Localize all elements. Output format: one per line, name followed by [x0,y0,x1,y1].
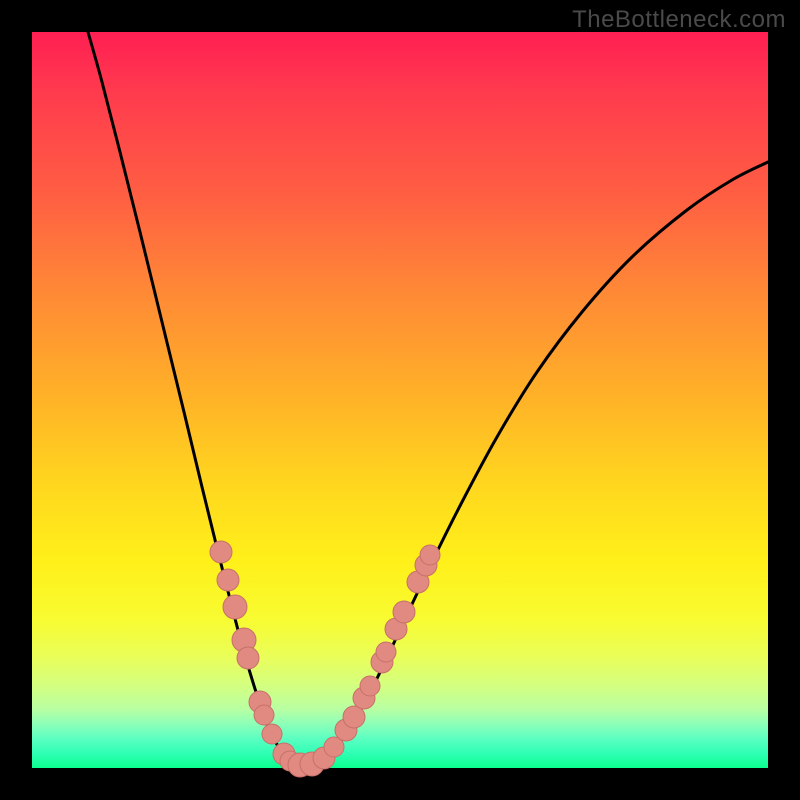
data-marker [343,706,365,728]
chart-frame: TheBottleneck.com [0,0,800,800]
watermark-text: TheBottleneck.com [572,6,786,34]
data-marker [360,676,380,696]
data-marker [217,569,239,591]
data-marker [254,705,274,725]
data-marker [420,545,440,565]
data-marker [262,724,282,744]
plot-area [32,32,768,768]
data-marker [237,647,259,669]
data-marker [223,595,247,619]
curve-markers [210,541,440,777]
data-marker [210,541,232,563]
bottleneck-curve [88,32,768,765]
curve-svg [32,32,768,768]
data-marker [376,642,396,662]
data-marker [393,601,415,623]
